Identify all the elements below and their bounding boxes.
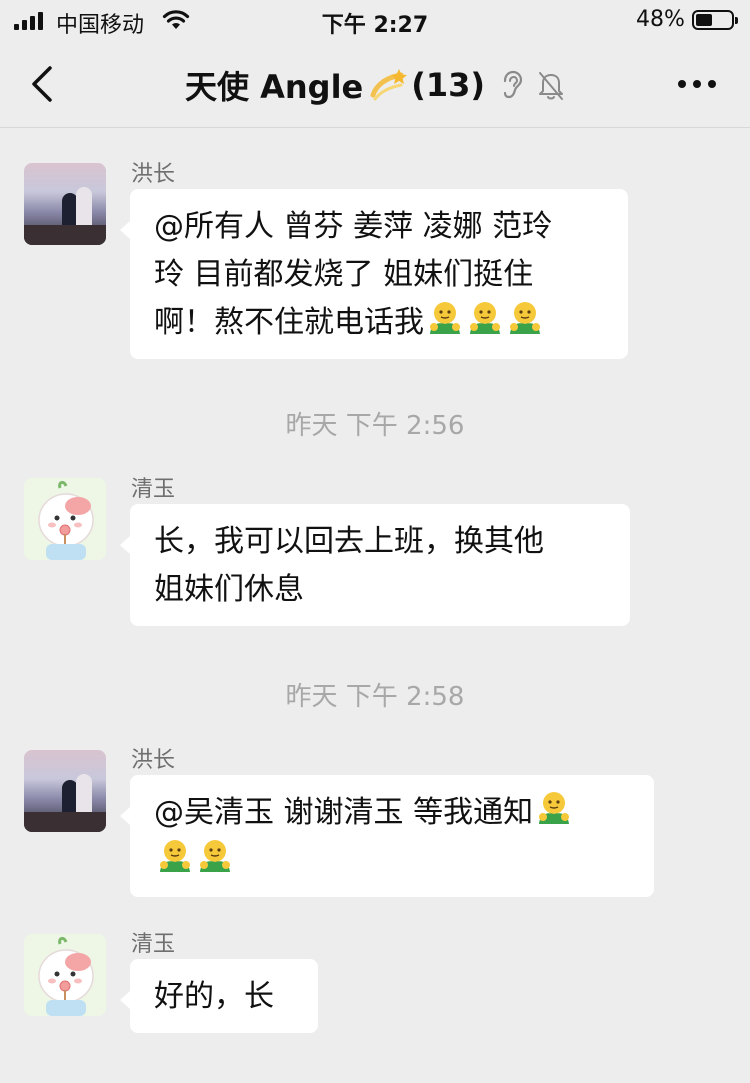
message-text: 长，我可以回去上班，换其他 姐妹们休息 (154, 524, 544, 607)
chat-message-list[interactable]: 洪长 @所有人 曾芬 姜萍 凌娜 范玲 玲 目前都发烧了 姐妹们挺住 啊！熬不住… (0, 129, 750, 1083)
ear-icon (503, 70, 523, 99)
status-bar: 中国移动 下午 2:27 48% (0, 0, 750, 42)
sender-avatar[interactable] (24, 163, 106, 245)
group-name: 天使 Angle (184, 68, 364, 106)
sender-avatar[interactable] (24, 478, 106, 560)
timestamp: 昨天 下午 2:56 (285, 411, 465, 441)
message-bubble[interactable]: 长，我可以回去上班，换其他 姐妹们休息 (120, 504, 630, 626)
more-options-button[interactable] (678, 72, 718, 96)
timestamp: 昨天 下午 2:58 (285, 682, 465, 712)
dizzy-emoji-icon (370, 69, 408, 101)
cartoon-avatar-icon (24, 934, 106, 1016)
hugging-face-emoji-icon (430, 302, 460, 334)
sender-name: 清玉 (131, 932, 176, 957)
mute-bell-icon (539, 72, 564, 100)
sender-avatar[interactable] (24, 934, 106, 1016)
member-count: (13) (411, 66, 486, 104)
message-bubble[interactable]: 好的，长 (120, 959, 318, 1033)
hugging-face-emoji-icon (200, 840, 230, 872)
message-bubble[interactable]: @所有人 曾芬 姜萍 凌娜 范玲 玲 目前都发烧了 姐妹们挺住 啊！熬不住就电话… (120, 189, 628, 359)
chat-title: 天使 Angle (13) (0, 62, 750, 108)
sender-avatar[interactable] (24, 750, 106, 832)
battery-percent: 48% (636, 7, 685, 32)
sender-name: 清玉 (131, 477, 176, 502)
hugging-face-emoji-icon (160, 840, 190, 872)
hugging-face-emoji-icon (539, 792, 570, 824)
sender-name: 洪长 (131, 748, 176, 773)
chat-header: 天使 Angle (13) (0, 42, 750, 128)
message-bubble[interactable]: @吴清玉 谢谢清玉 等我通知 (120, 775, 654, 897)
battery-icon (692, 10, 738, 30)
cartoon-avatar-icon (24, 478, 106, 560)
sender-name: 洪长 (131, 162, 176, 187)
message-text: @吴清玉 谢谢清玉 等我通知 (154, 795, 534, 830)
message-text: 好的，长 (154, 979, 274, 1014)
hugging-face-emoji-icon (470, 302, 500, 334)
hugging-face-emoji-icon (510, 302, 540, 334)
